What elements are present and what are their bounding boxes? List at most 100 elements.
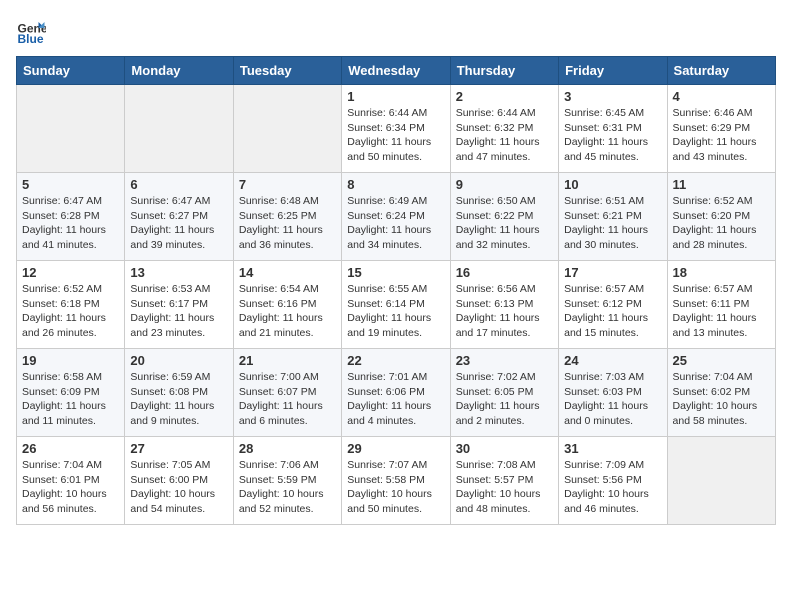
day-info: Sunrise: 6:51 AM Sunset: 6:21 PM Dayligh… (564, 194, 661, 253)
day-info: Sunrise: 7:01 AM Sunset: 6:06 PM Dayligh… (347, 370, 444, 429)
day-info: Sunrise: 6:44 AM Sunset: 6:32 PM Dayligh… (456, 106, 553, 165)
day-info: Sunrise: 6:52 AM Sunset: 6:20 PM Dayligh… (673, 194, 770, 253)
calendar-cell (125, 85, 233, 173)
day-number: 17 (564, 265, 661, 280)
day-number: 4 (673, 89, 770, 104)
day-number: 8 (347, 177, 444, 192)
calendar-cell: 30 Sunrise: 7:08 AM Sunset: 5:57 PM Dayli… (450, 437, 558, 525)
calendar-cell: 5Sunrise: 6:47 AM Sunset: 6:28 PM Daylig… (17, 173, 125, 261)
day-number: 29 (347, 441, 444, 456)
day-number: 10 (564, 177, 661, 192)
day-number: 15 (347, 265, 444, 280)
weekday-header-monday: Monday (125, 57, 233, 85)
calendar-cell: 26 Sunrise: 7:04 AM Sunset: 6:01 PM Dayli… (17, 437, 125, 525)
calendar-week-row: 1Sunrise: 6:44 AM Sunset: 6:34 PM Daylig… (17, 85, 776, 173)
day-info: Sunrise: 6:56 AM Sunset: 6:13 PM Dayligh… (456, 282, 553, 341)
weekday-header-saturday: Saturday (667, 57, 775, 85)
day-info: Sunrise: 7:04 AM Sunset: 6:01 PM Dayligh… (22, 458, 119, 517)
day-number: 1 (347, 89, 444, 104)
day-number: 12 (22, 265, 119, 280)
day-info: Sunrise: 6:45 AM Sunset: 6:31 PM Dayligh… (564, 106, 661, 165)
day-number: 24 (564, 353, 661, 368)
calendar-cell: 20 Sunrise: 6:59 AM Sunset: 6:08 PM Dayli… (125, 349, 233, 437)
calendar-cell: 7Sunrise: 6:48 AM Sunset: 6:25 PM Daylig… (233, 173, 341, 261)
day-number: 9 (456, 177, 553, 192)
weekday-header-sunday: Sunday (17, 57, 125, 85)
calendar-week-row: 5Sunrise: 6:47 AM Sunset: 6:28 PM Daylig… (17, 173, 776, 261)
calendar-cell: 29 Sunrise: 7:07 AM Sunset: 5:58 PM Dayli… (342, 437, 450, 525)
calendar-cell: 2 Sunrise: 6:44 AM Sunset: 6:32 PM Daylig… (450, 85, 558, 173)
calendar-cell: 16 Sunrise: 6:56 AM Sunset: 6:13 PM Dayli… (450, 261, 558, 349)
day-number: 28 (239, 441, 336, 456)
day-info: Sunrise: 7:09 AM Sunset: 5:56 PM Dayligh… (564, 458, 661, 517)
day-number: 27 (130, 441, 227, 456)
day-info: Sunrise: 6:59 AM Sunset: 6:08 PM Dayligh… (130, 370, 227, 429)
day-info: Sunrise: 7:04 AM Sunset: 6:02 PM Dayligh… (673, 370, 770, 429)
day-info: Sunrise: 6:49 AM Sunset: 6:24 PM Dayligh… (347, 194, 444, 253)
calendar-cell (233, 85, 341, 173)
day-info: Sunrise: 6:47 AM Sunset: 6:27 PM Dayligh… (130, 194, 227, 253)
day-number: 19 (22, 353, 119, 368)
calendar-cell: 1Sunrise: 6:44 AM Sunset: 6:34 PM Daylig… (342, 85, 450, 173)
day-info: Sunrise: 6:50 AM Sunset: 6:22 PM Dayligh… (456, 194, 553, 253)
day-number: 22 (347, 353, 444, 368)
calendar-cell: 12 Sunrise: 6:52 AM Sunset: 6:18 PM Dayli… (17, 261, 125, 349)
calendar-cell: 18 Sunrise: 6:57 AM Sunset: 6:11 PM Dayli… (667, 261, 775, 349)
day-number: 20 (130, 353, 227, 368)
day-info: Sunrise: 6:57 AM Sunset: 6:12 PM Dayligh… (564, 282, 661, 341)
calendar-cell: 17 Sunrise: 6:57 AM Sunset: 6:12 PM Dayli… (559, 261, 667, 349)
day-number: 13 (130, 265, 227, 280)
day-number: 3 (564, 89, 661, 104)
calendar-header-row: SundayMondayTuesdayWednesdayThursdayFrid… (17, 57, 776, 85)
day-number: 16 (456, 265, 553, 280)
day-number: 25 (673, 353, 770, 368)
day-info: Sunrise: 6:54 AM Sunset: 6:16 PM Dayligh… (239, 282, 336, 341)
calendar-cell: 14 Sunrise: 6:54 AM Sunset: 6:16 PM Dayli… (233, 261, 341, 349)
day-number: 26 (22, 441, 119, 456)
calendar-cell: 3 Sunrise: 6:45 AM Sunset: 6:31 PM Daylig… (559, 85, 667, 173)
day-info: Sunrise: 6:52 AM Sunset: 6:18 PM Dayligh… (22, 282, 119, 341)
day-info: Sunrise: 6:46 AM Sunset: 6:29 PM Dayligh… (673, 106, 770, 165)
day-info: Sunrise: 6:55 AM Sunset: 6:14 PM Dayligh… (347, 282, 444, 341)
day-info: Sunrise: 7:07 AM Sunset: 5:58 PM Dayligh… (347, 458, 444, 517)
day-info: Sunrise: 6:53 AM Sunset: 6:17 PM Dayligh… (130, 282, 227, 341)
logo-icon: General Blue (16, 16, 46, 46)
calendar-cell: 9 Sunrise: 6:50 AM Sunset: 6:22 PM Daylig… (450, 173, 558, 261)
page-header: General Blue (16, 16, 776, 46)
day-number: 18 (673, 265, 770, 280)
calendar-week-row: 19 Sunrise: 6:58 AM Sunset: 6:09 PM Dayli… (17, 349, 776, 437)
day-number: 6 (130, 177, 227, 192)
calendar-cell: 11Sunrise: 6:52 AM Sunset: 6:20 PM Dayli… (667, 173, 775, 261)
calendar-cell: 10 Sunrise: 6:51 AM Sunset: 6:21 PM Dayli… (559, 173, 667, 261)
weekday-header-tuesday: Tuesday (233, 57, 341, 85)
day-info: Sunrise: 6:57 AM Sunset: 6:11 PM Dayligh… (673, 282, 770, 341)
day-info: Sunrise: 7:02 AM Sunset: 6:05 PM Dayligh… (456, 370, 553, 429)
weekday-header-wednesday: Wednesday (342, 57, 450, 85)
day-info: Sunrise: 6:58 AM Sunset: 6:09 PM Dayligh… (22, 370, 119, 429)
day-info: Sunrise: 6:48 AM Sunset: 6:25 PM Dayligh… (239, 194, 336, 253)
calendar-cell (17, 85, 125, 173)
calendar-cell: 8 Sunrise: 6:49 AM Sunset: 6:24 PM Daylig… (342, 173, 450, 261)
day-info: Sunrise: 7:06 AM Sunset: 5:59 PM Dayligh… (239, 458, 336, 517)
day-number: 2 (456, 89, 553, 104)
logo: General Blue (16, 16, 50, 46)
calendar-cell: 25 Sunrise: 7:04 AM Sunset: 6:02 PM Dayli… (667, 349, 775, 437)
calendar-cell: 28 Sunrise: 7:06 AM Sunset: 5:59 PM Dayli… (233, 437, 341, 525)
day-number: 21 (239, 353, 336, 368)
calendar-cell: 15 Sunrise: 6:55 AM Sunset: 6:14 PM Dayli… (342, 261, 450, 349)
calendar-cell: 19 Sunrise: 6:58 AM Sunset: 6:09 PM Dayli… (17, 349, 125, 437)
calendar-cell: 31Sunrise: 7:09 AM Sunset: 5:56 PM Dayli… (559, 437, 667, 525)
calendar-week-row: 26 Sunrise: 7:04 AM Sunset: 6:01 PM Dayli… (17, 437, 776, 525)
day-info: Sunrise: 6:47 AM Sunset: 6:28 PM Dayligh… (22, 194, 119, 253)
calendar-cell: 24 Sunrise: 7:03 AM Sunset: 6:03 PM Dayli… (559, 349, 667, 437)
day-info: Sunrise: 7:05 AM Sunset: 6:00 PM Dayligh… (130, 458, 227, 517)
day-number: 14 (239, 265, 336, 280)
day-number: 30 (456, 441, 553, 456)
weekday-header-friday: Friday (559, 57, 667, 85)
weekday-header-thursday: Thursday (450, 57, 558, 85)
day-info: Sunrise: 7:08 AM Sunset: 5:57 PM Dayligh… (456, 458, 553, 517)
calendar-table: SundayMondayTuesdayWednesdayThursdayFrid… (16, 56, 776, 525)
day-info: Sunrise: 7:00 AM Sunset: 6:07 PM Dayligh… (239, 370, 336, 429)
calendar-cell: 22 Sunrise: 7:01 AM Sunset: 6:06 PM Dayli… (342, 349, 450, 437)
day-info: Sunrise: 7:03 AM Sunset: 6:03 PM Dayligh… (564, 370, 661, 429)
